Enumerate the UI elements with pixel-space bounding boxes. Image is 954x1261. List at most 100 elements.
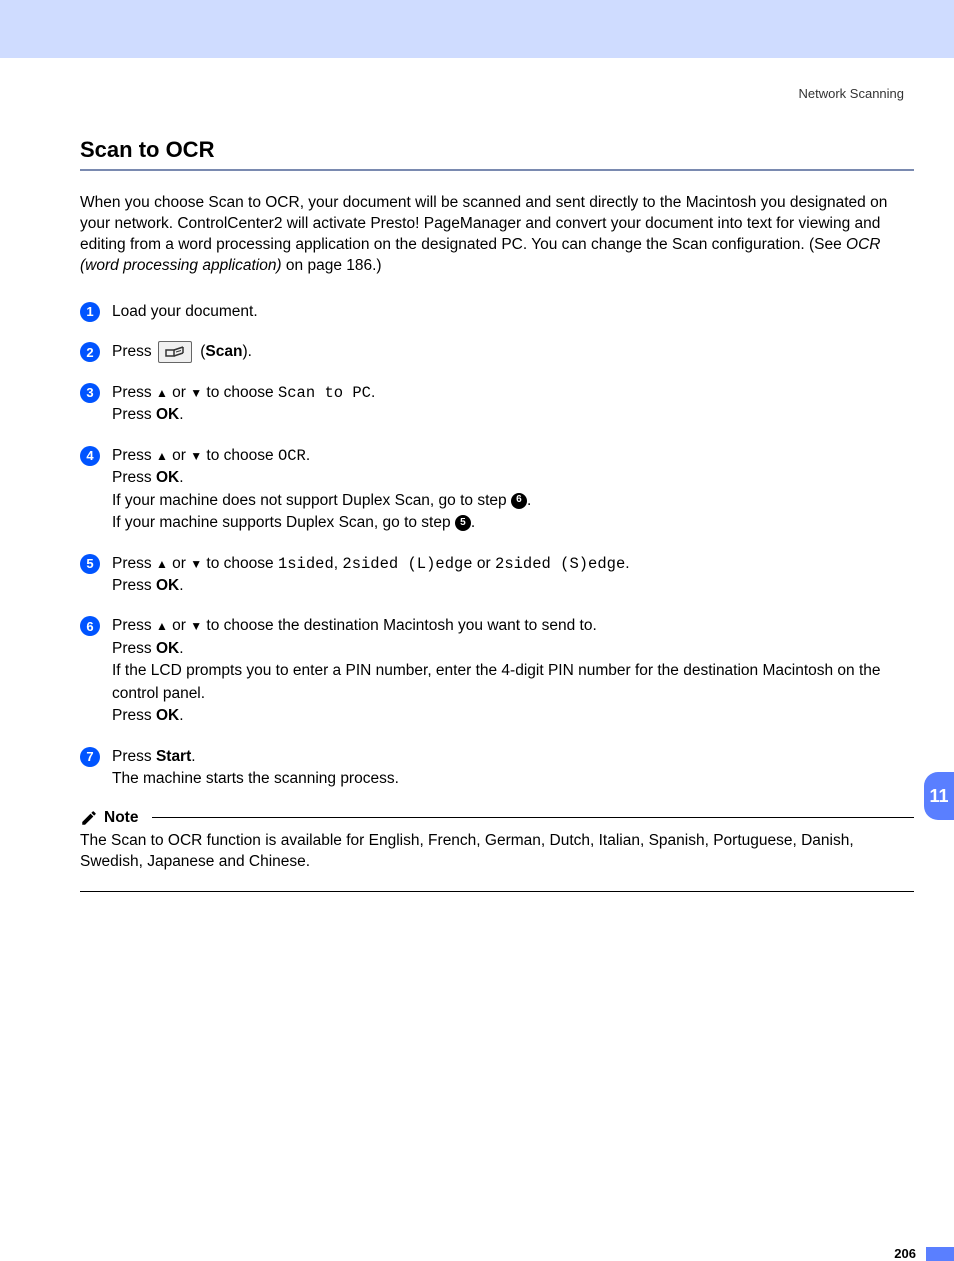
step-line: The machine starts the scanning process.	[112, 768, 399, 790]
text-span: ).	[242, 343, 251, 360]
text-span: .	[306, 447, 310, 464]
step-ref-badge: 5	[455, 515, 471, 531]
text-span: Load your document.	[112, 303, 258, 320]
step-item: 4 Press ▲ or ▼ to choose OCR.Press OK. If …	[80, 445, 914, 535]
step-item: 6 Press ▲ or ▼ to choose the destination …	[80, 615, 914, 727]
page-number: 206	[894, 1246, 926, 1261]
step-line: Press ▲ or ▼ to choose OCR.	[112, 445, 531, 467]
text-span: or	[168, 384, 190, 401]
text-span: 1sided	[278, 555, 334, 573]
text-span: Press	[112, 707, 156, 724]
top-header-bar	[0, 0, 954, 58]
text-span: Press	[112, 343, 156, 360]
text-span: .	[179, 469, 183, 486]
step-line: If your machine supports Duplex Scan, go…	[112, 512, 531, 534]
step-number-badge: 5	[80, 554, 100, 574]
step-line: Load your document.	[112, 301, 258, 323]
arrow-up-icon: ▲	[156, 449, 168, 463]
note-rule-leader	[152, 817, 914, 818]
text-span: If your machine supports Duplex Scan, go…	[112, 514, 455, 531]
step-line: Press ▲ or ▼ to choose the destination M…	[112, 615, 914, 637]
text-span: Scan to PC	[278, 384, 371, 402]
step-item: 7Press Start.The machine starts the scan…	[80, 746, 914, 791]
step-number-badge: 4	[80, 446, 100, 466]
text-span: or	[473, 555, 495, 572]
step-line: If your machine does not support Duplex …	[112, 490, 531, 512]
text-span: Start	[156, 748, 191, 765]
text-span: to choose the destination Macintosh you …	[202, 617, 597, 634]
step-body: Press (Scan).	[112, 341, 252, 364]
text-span: to choose	[202, 447, 278, 464]
step-number-badge: 3	[80, 383, 100, 403]
text-span: or	[168, 555, 190, 572]
text-span: .	[179, 707, 183, 724]
step-line: Press Start.	[112, 746, 399, 768]
intro-part1: When you choose Scan to OCR, your docume…	[80, 194, 887, 253]
arrow-down-icon: ▼	[190, 449, 202, 463]
note-block: Note The Scan to OCR function is availab…	[80, 809, 914, 892]
text-span: (	[196, 343, 205, 360]
text-span: OK	[156, 640, 179, 657]
arrow-down-icon: ▼	[190, 619, 202, 633]
step-number-badge: 6	[80, 616, 100, 636]
note-label: Note	[104, 809, 138, 827]
text-span: .	[179, 640, 183, 657]
text-span: 2sided (L)edge	[342, 555, 472, 573]
text-span: Press	[112, 406, 156, 423]
step-number-badge: 7	[80, 747, 100, 767]
text-span: Press	[112, 748, 156, 765]
step-item: 5 Press ▲ or ▼ to choose 1sided, 2sided (…	[80, 553, 914, 598]
arrow-up-icon: ▲	[156, 557, 168, 571]
arrow-up-icon: ▲	[156, 619, 168, 633]
text-span: If the LCD prompts you to enter a PIN nu…	[112, 662, 881, 701]
text-span: Press	[112, 384, 156, 401]
text-span: OK	[156, 577, 179, 594]
text-span: Press	[112, 640, 156, 657]
text-span: If your machine does not support Duplex …	[112, 492, 511, 509]
step-line: Press OK.	[112, 575, 630, 597]
section-heading-row: Scan to OCR	[80, 137, 914, 171]
note-header-row: Note	[80, 809, 914, 827]
step-item: 3Press ▲ or ▼ to choose Scan to PC.Press…	[80, 382, 914, 427]
text-span: .	[191, 748, 195, 765]
step-line: Press ▲ or ▼ to choose 1sided, 2sided (L…	[112, 553, 630, 575]
text-span: Press	[112, 447, 156, 464]
step-body: Press Start.The machine starts the scann…	[112, 746, 399, 791]
step-item: 2 Press (Scan).	[80, 341, 914, 364]
step-item: 1 Load your document.	[80, 301, 914, 323]
text-span: Press	[112, 469, 156, 486]
text-span: .	[371, 384, 375, 401]
step-line: Press OK.	[112, 467, 531, 489]
page-bar-accent	[926, 1247, 954, 1261]
note-rule-end	[80, 891, 914, 892]
section-title: Scan to OCR	[80, 137, 914, 163]
step-body: Press ▲ or ▼ to choose Scan to PC.Press …	[112, 382, 375, 427]
step-ref-badge: 6	[511, 493, 527, 509]
footer: 206	[894, 1246, 954, 1261]
text-span: OK	[156, 707, 179, 724]
text-span: .	[625, 555, 629, 572]
intro-paragraph: When you choose Scan to OCR, your docume…	[80, 193, 914, 277]
text-span: to choose	[202, 555, 278, 572]
step-line: Press OK.	[112, 705, 914, 727]
step-number-badge: 2	[80, 342, 100, 362]
text-span: OK	[156, 406, 179, 423]
note-pencil-icon	[80, 809, 98, 827]
step-number-badge: 1	[80, 302, 100, 322]
steps-list: 1 Load your document. 2 Press (Scan). 3 Press…	[80, 301, 914, 791]
text-span: .	[179, 406, 183, 423]
text-span: .	[527, 492, 531, 509]
step-line: Press OK.	[112, 404, 375, 426]
arrow-down-icon: ▼	[190, 386, 202, 400]
arrow-down-icon: ▼	[190, 557, 202, 571]
running-header: Network Scanning	[80, 86, 904, 101]
step-body: Press ▲ or ▼ to choose 1sided, 2sided (L…	[112, 553, 630, 598]
text-span: Scan	[205, 343, 242, 360]
text-span: Press	[112, 617, 156, 634]
step-line: If the LCD prompts you to enter a PIN nu…	[112, 660, 914, 705]
scan-key-icon	[158, 341, 192, 363]
text-span: .	[471, 514, 475, 531]
step-body: Press ▲ or ▼ to choose the destination M…	[112, 615, 914, 727]
text-span: Press	[112, 577, 156, 594]
page-body: Network Scanning Scan to OCR When you ch…	[0, 86, 954, 892]
